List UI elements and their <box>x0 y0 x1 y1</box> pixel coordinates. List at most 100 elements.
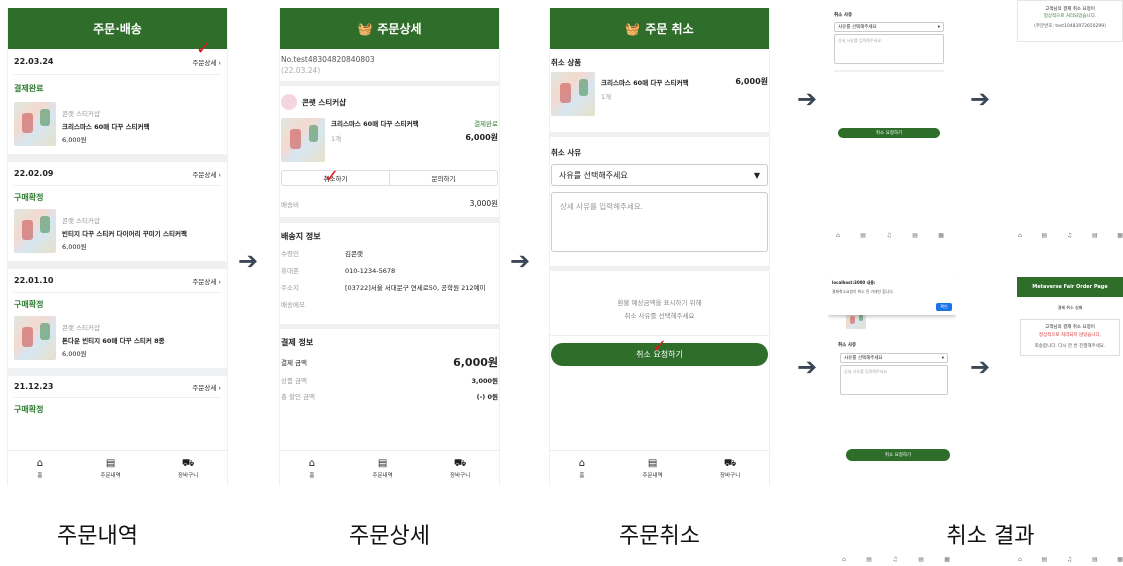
order-group: 22.03.24 주문상세 › 결제완료 콘랫 스티커샵 크리스마스 60매 다… <box>8 49 227 146</box>
order-date: (22.03.24) <box>281 66 321 75</box>
list-icon: ▤ <box>912 232 918 239</box>
discount-label: 총 할인 금액 <box>281 393 316 401</box>
header: 주문·배송 <box>8 8 227 49</box>
checkmark-annotation: ✓ <box>652 336 668 357</box>
caption-order-detail: 주문상세 <box>349 524 430 549</box>
basket-icon: 🧺 <box>357 21 373 36</box>
arrow-right-icon: ➔ <box>510 247 531 275</box>
order-date: 22.01.10 <box>14 276 54 285</box>
bottom-tab-bar: ⌂ 홈 ▤ 주문내역 ⛟ 장바구니 <box>280 450 499 486</box>
order-date: 21.12.23 <box>14 382 54 391</box>
product-name[interactable]: 톤다운 빈티지 60매 다꾸 스티커 8종 <box>62 335 165 345</box>
item-price: 6,000원 <box>735 77 768 86</box>
order-status: 결제완료 <box>14 84 44 93</box>
tab-cart[interactable]: ⛟ 장바구니 <box>720 457 740 479</box>
address-section-title: 배송지 정보 <box>281 232 321 241</box>
bottom-tab-bar: ⌂ ▤ ♫ ▤ ▦ <box>1018 556 1123 563</box>
tab-home[interactable]: ⌂ 홈 <box>36 457 44 479</box>
caption-order-list: 주문내역 <box>57 524 138 549</box>
list-icon: ▤ <box>105 457 116 469</box>
tab-orders[interactable]: ▤ 주문내역 <box>372 457 392 479</box>
shipping-label: 배송비 <box>281 200 299 209</box>
list-icon: ▤ <box>1091 232 1098 239</box>
header: 🧺 주문 취소 <box>550 8 769 49</box>
list-icon: ▦ <box>938 232 944 239</box>
list-icon: ▤ <box>377 457 388 469</box>
pay-amount: 6,000원 <box>453 356 498 369</box>
item-status: 결제완료 <box>474 120 498 128</box>
product-thumbnail[interactable] <box>14 209 56 253</box>
reason-detail-textarea[interactable]: 상세 사유를 입력해주세요. <box>551 192 768 252</box>
address-value: [03722]서울 서대문구 연세로50, 공학원 212예이 <box>345 284 486 292</box>
order-detail-link[interactable]: 주문상세 › <box>192 276 221 286</box>
cancel-request-button[interactable]: 취소 요청하기 <box>838 128 940 138</box>
list-icon: ▤ <box>1041 232 1048 239</box>
list-icon: ▤ <box>1091 556 1098 563</box>
shop-name: 콘랫 스티커샵 <box>62 217 100 225</box>
item-price: 6,000원 <box>465 133 498 142</box>
product-name[interactable]: 크리스마스 60매 다꾸 스티커팩 <box>62 121 150 131</box>
product-thumbnail[interactable] <box>281 118 325 162</box>
bottom-tab-bar: ⌂ ▤ ♫ ▤ ▦ <box>842 556 950 563</box>
tab-orders[interactable]: ▤ 주문내역 <box>100 457 120 479</box>
reason-detail-textarea[interactable]: 상세 사유를 입력해주세요. <box>834 34 944 64</box>
cancel-request-button[interactable]: 취소 요청하기 <box>846 449 950 461</box>
product-thumbnail[interactable] <box>14 102 56 146</box>
list-icon: ▤ <box>647 457 658 469</box>
bell-icon: ♫ <box>886 232 892 239</box>
home-icon: ⌂ <box>36 457 44 469</box>
arrow-right-icon: ➔ <box>797 353 818 381</box>
alert-dialog: localhost:3000 내용: 결제취소요청이 취소 된 거래만 합니다.… <box>828 277 956 315</box>
reason-select[interactable]: 사유를 선택해주세요 ▾ <box>834 22 944 32</box>
result-mini-screen: localhost:3000 내용: 결제취소요청이 취소 된 거래만 합니다.… <box>828 277 956 463</box>
shop-avatar <box>281 94 297 110</box>
bell-icon: ♫ <box>1066 232 1073 239</box>
reason-select[interactable]: 사유를 선택해주세요 ▼ <box>551 164 768 186</box>
notice-line: 환불 예상금액을 표시하기 위해 <box>617 299 702 307</box>
tab-home[interactable]: ⌂ 홈 <box>309 458 315 479</box>
product-thumbnail[interactable] <box>551 72 595 116</box>
order-detail-screen: 🧺 주문상세 No.test48304820840803 (22.03.24) 콘… <box>279 8 500 486</box>
order-status: 구매확정 <box>14 405 44 414</box>
cart-icon: ⛟ <box>723 457 737 469</box>
pay-amount-label: 결제 금액 <box>281 359 307 367</box>
list-icon: ▤ <box>918 556 924 563</box>
home-icon: ⌂ <box>836 232 840 239</box>
tab-cart[interactable]: ⛟ 장바구니 <box>178 457 198 479</box>
tab-cart[interactable]: ⛟ 장바구니 <box>450 458 470 479</box>
order-detail-link[interactable]: 주문상세 › <box>192 169 221 179</box>
payment-section-title: 결제 정보 <box>281 338 314 347</box>
shipping-fee: 3,000원 <box>469 199 498 208</box>
reason-detail-textarea[interactable]: 상세 사유를 입력해주세요. <box>840 365 948 395</box>
product-name[interactable]: 크리스마스 60매 다꾸 스티커팩 <box>331 118 419 128</box>
dialog-ok-button[interactable]: 확인 <box>936 303 952 311</box>
shop-name: 콘랫 스티커샵 <box>62 110 100 118</box>
list-icon: ▤ <box>1041 556 1048 563</box>
bell-icon: ♫ <box>1066 556 1073 563</box>
shop-name[interactable]: 콘랫 스티커샵 <box>302 97 346 108</box>
order-status: 구매확정 <box>14 300 44 309</box>
goods-amount: 3,000원 <box>471 377 498 385</box>
reason-label: 취소 사유 <box>551 148 582 157</box>
tab-home[interactable]: ⌂ 홈 <box>579 458 585 479</box>
order-detail-link[interactable]: 주문상세 › <box>192 382 221 392</box>
arrow-right-icon: ➔ <box>797 85 818 113</box>
order-date: 22.02.09 <box>14 169 54 178</box>
recipient-label: 수령인 <box>281 250 299 258</box>
product-thumbnail[interactable] <box>14 316 56 360</box>
tab-orders[interactable]: ▤ 주문내역 <box>642 457 662 479</box>
item-quantity: 1개 <box>331 134 342 143</box>
home-icon: ⌂ <box>1018 556 1022 563</box>
product-name[interactable]: 빈티지 다꾸 스티커 다이어리 꾸미기 스티커팩 <box>62 228 187 238</box>
list-icon: ▦ <box>944 556 950 563</box>
inquiry-button[interactable]: 문의하기 <box>390 171 497 185</box>
item-quantity: 1개 <box>601 93 612 101</box>
bottom-tab-bar: ⌂ ▤ ♫ ▤ ▦ <box>836 232 944 239</box>
result-success-screen: 고객님의 결제 취소 요청이 정상적으로 처리되었습니다. (주문번호: tes… <box>1017 0 1123 42</box>
order-cancel-screen: 🧺 주문 취소 취소 상품 크리스마스 60매 다꾸 스티커팩 6,000원 1개 … <box>549 8 770 486</box>
reason-select[interactable]: 사유를 선택해주세요 ▾ <box>840 353 948 363</box>
product-name[interactable]: 크리스마스 60매 다꾸 스티커팩 <box>601 77 689 87</box>
cart-icon: ⛟ <box>181 457 195 469</box>
product-price: 6,000원 <box>62 243 87 251</box>
chevron-down-icon: ▼ <box>753 170 760 180</box>
